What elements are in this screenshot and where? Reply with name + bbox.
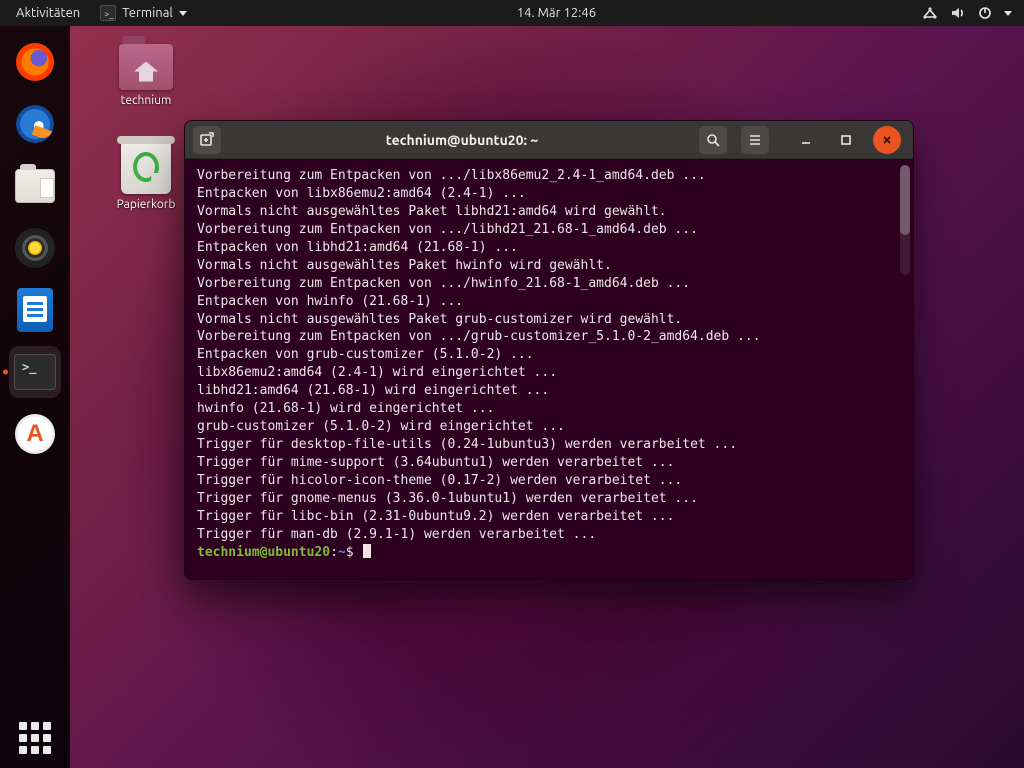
desktop-icon-home[interactable]: technium — [100, 44, 192, 107]
terminal-line: Trigger für man-db (2.9.1-1) werden vera… — [197, 526, 901, 544]
terminal-line: Vormals nicht ausgewähltes Paket libhd21… — [197, 203, 901, 221]
files-icon — [15, 169, 55, 203]
terminal-cursor — [363, 544, 371, 558]
scrollbar-thumb[interactable] — [900, 165, 910, 235]
network-icon — [922, 6, 938, 20]
trash-icon — [121, 140, 171, 194]
window-title: technium@ubuntu20: ~ — [225, 132, 699, 148]
terminal-line: Entpacken von libhd21:amd64 (21.68-1) ..… — [197, 239, 901, 257]
terminal-line: Trigger für gnome-menus (3.36.0-1ubuntu1… — [197, 490, 901, 508]
terminal-line: libhd21:amd64 (21.68-1) wird eingerichte… — [197, 382, 901, 400]
prompt-sep: : — [330, 545, 338, 560]
hamburger-menu-button[interactable] — [741, 126, 769, 154]
writer-icon — [17, 288, 53, 332]
thunderbird-icon — [16, 105, 54, 143]
terminal-output[interactable]: Vorbereitung zum Entpacken von .../libx8… — [185, 159, 913, 579]
running-indicator — [3, 370, 8, 375]
launcher-files[interactable] — [9, 160, 61, 212]
terminal-line: hwinfo (21.68-1) wird eingerichtet ... — [197, 400, 901, 418]
terminal-prompt[interactable]: technium@ubuntu20:~$ — [197, 544, 901, 562]
terminal-line: Vorbereitung zum Entpacken von .../grub-… — [197, 328, 901, 346]
chevron-down-icon — [179, 11, 187, 16]
launcher-thunderbird[interactable] — [9, 98, 61, 150]
terminal-icon — [14, 354, 56, 390]
terminal-scrollbar[interactable] — [900, 165, 910, 275]
new-tab-button[interactable] — [193, 126, 221, 154]
close-button[interactable] — [873, 126, 901, 154]
terminal-line: Trigger für desktop-file-utils (0.24-1ub… — [197, 436, 901, 454]
apps-grid-icon — [19, 722, 51, 754]
software-updater-icon: A — [15, 414, 55, 454]
prompt-dollar: $ — [346, 545, 362, 560]
terminal-line: Vorbereitung zum Entpacken von .../libhd… — [197, 221, 901, 239]
terminal-line: Entpacken von hwinfo (21.68-1) ... — [197, 293, 901, 311]
launcher-firefox[interactable] — [9, 36, 61, 88]
terminal-line: Trigger für mime-support (3.64ubuntu1) w… — [197, 454, 901, 472]
launcher-rhythmbox[interactable] — [9, 222, 61, 274]
launcher-terminal[interactable] — [9, 346, 61, 398]
system-status-area[interactable] — [916, 6, 1018, 20]
prompt-path: ~ — [338, 545, 346, 560]
terminal-line: libx86emu2:amd64 (2.4-1) wird eingericht… — [197, 364, 901, 382]
terminal-window: technium@ubuntu20: ~ Vorbereitung zum — [184, 120, 914, 580]
dock: A — [0, 26, 70, 768]
app-menu[interactable]: >_ Terminal — [90, 5, 197, 21]
activities-button[interactable]: Aktivitäten — [6, 6, 90, 20]
show-applications-button[interactable] — [0, 722, 70, 754]
terminal-line: Trigger für libc-bin (2.31-0ubuntu9.2) w… — [197, 508, 901, 526]
launcher-writer[interactable] — [9, 284, 61, 336]
desktop-icon-label: technium — [100, 94, 192, 107]
terminal-line: Vorbereitung zum Entpacken von .../hwinf… — [197, 275, 901, 293]
app-menu-label: Terminal — [122, 6, 173, 20]
terminal-mini-icon: >_ — [100, 5, 116, 21]
minimize-button[interactable] — [793, 127, 819, 153]
folder-home-icon — [119, 44, 173, 90]
desktop-icon-trash[interactable]: Papierkorb — [100, 140, 192, 211]
terminal-line: Vorbereitung zum Entpacken von .../libx8… — [197, 167, 901, 185]
chevron-down-icon — [1004, 11, 1012, 16]
terminal-line: Trigger für hicolor-icon-theme (0.17-2) … — [197, 472, 901, 490]
terminal-line: Entpacken von libx86emu2:amd64 (2.4-1) .… — [197, 185, 901, 203]
clock[interactable]: 14. Mär 12:46 — [507, 6, 606, 20]
terminal-line: Vormals nicht ausgewähltes Paket grub-cu… — [197, 311, 901, 329]
search-button[interactable] — [699, 126, 727, 154]
maximize-button[interactable] — [833, 127, 859, 153]
launcher-software-updater[interactable]: A — [9, 408, 61, 460]
terminal-line: grub-customizer (5.1.0-2) wird eingerich… — [197, 418, 901, 436]
top-panel: Aktivitäten >_ Terminal 14. Mär 12:46 — [0, 0, 1024, 26]
power-icon — [978, 6, 992, 20]
firefox-icon — [16, 43, 54, 81]
window-titlebar[interactable]: technium@ubuntu20: ~ — [185, 121, 913, 159]
terminal-line: Vormals nicht ausgewähltes Paket hwinfo … — [197, 257, 901, 275]
volume-icon — [950, 6, 966, 20]
rhythmbox-icon — [15, 228, 55, 268]
desktop-icon-label: Papierkorb — [100, 198, 192, 211]
terminal-line: Entpacken von grub-customizer (5.1.0-2) … — [197, 346, 901, 364]
prompt-user: technium@ubuntu20 — [197, 545, 330, 560]
